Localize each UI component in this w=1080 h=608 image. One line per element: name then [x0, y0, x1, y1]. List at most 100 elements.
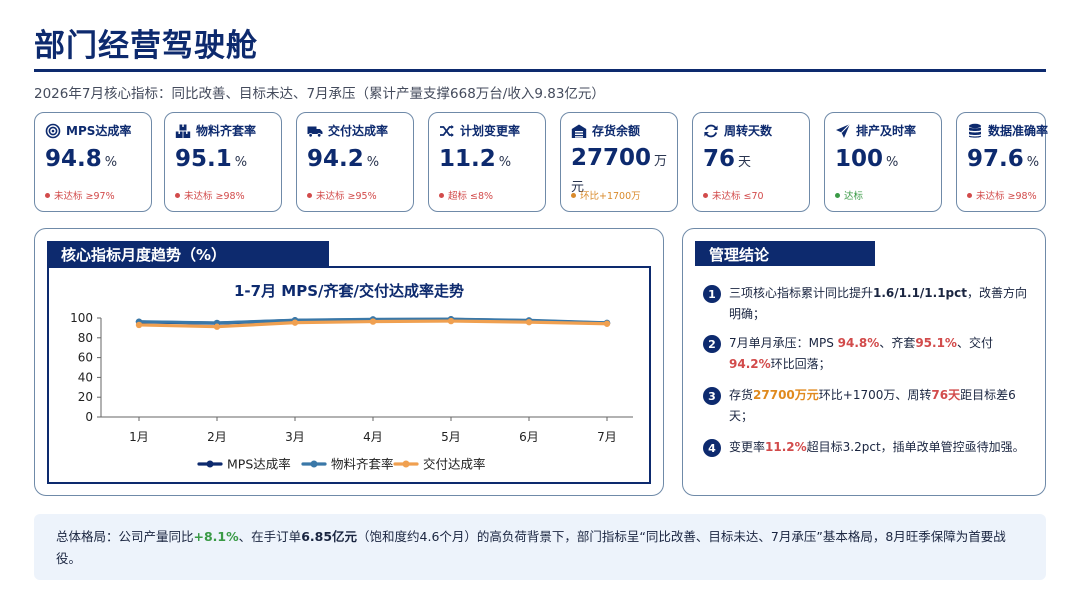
x-tick-label: 6月: [519, 430, 539, 444]
shuffle-icon: [440, 124, 454, 137]
data-point: [213, 323, 221, 330]
legend-swatch-dot: [402, 460, 410, 468]
kpi-label: 存货余额: [592, 124, 641, 138]
conclusion-text: 变更率11.2%超目标3.2pct，插单改单管控亟待加强。: [729, 440, 1025, 454]
kpi-card-inventory[interactable]: 存货余额 27700 万元 环比+1700万: [560, 112, 678, 212]
kpi-card-turnover-days[interactable]: 周转天数 76 天 未达标 ≤70: [692, 112, 810, 212]
kpi-unit: %: [498, 155, 512, 170]
kpi-value: 97.6: [967, 146, 1024, 172]
kpi-status: 超标 ≤8%: [439, 188, 493, 202]
kpi-status: 未达标 ≥97%: [45, 188, 115, 202]
kpi-value: 76: [703, 146, 736, 172]
kpi-unit: %: [1026, 155, 1040, 170]
kpi-unit: %: [104, 155, 118, 170]
kpi-value: 95.1: [175, 146, 232, 172]
summary-orders-value: 6.85亿元: [301, 529, 358, 544]
data-point: [291, 319, 299, 326]
x-tick-label: 2月: [207, 430, 227, 444]
y-tick-label: 80: [78, 331, 93, 345]
trend-panel: 核心指标月度趋势（%） 1-7月 MPS/齐套/交付达成率走势 0 20 40 60 80…: [34, 228, 664, 496]
x-tick-label: 1月: [129, 430, 149, 444]
kpi-card-mps[interactable]: MPS达成率 94.8% 未达标 ≥97%: [34, 112, 152, 212]
target-icon: [45, 123, 61, 138]
kpi-label: 计划变更率: [460, 124, 521, 138]
x-tick-label: 4月: [363, 430, 383, 444]
legend-label: 交付达成率: [423, 457, 486, 472]
conclusion-text: 存货27700万元环比+1700万、周转76天距目标差6天；: [729, 388, 1016, 423]
legend-label: 物料齐套率: [331, 457, 394, 472]
conclusion-panel-tag: 管理结论: [695, 241, 875, 266]
summary-text: 、在手订单: [238, 529, 302, 544]
kpi-status: 未达标 ≥98%: [175, 188, 245, 202]
legend-swatch-dot: [310, 460, 318, 468]
trend-panel-tag: 核心指标月度趋势（%）: [47, 241, 329, 266]
chart-title: 1-7月 MPS/齐套/交付达成率走势: [234, 282, 464, 300]
kpi-value: 11.2: [439, 146, 496, 172]
kpi-status: 环比+1700万: [571, 188, 641, 202]
item-number-badge: 1: [703, 285, 721, 303]
conclusion-panel: 管理结论 1 三项核心指标累计同比提升1.6/1.1/1.1pct，改善方向明确…: [682, 228, 1046, 496]
kpi-status: 未达标 ≥95%: [307, 188, 377, 202]
kpi-unit: %: [234, 155, 248, 170]
y-tick-label: 0: [85, 410, 93, 424]
kpi-value: 100: [835, 146, 884, 172]
data-point: [603, 320, 611, 327]
kpi-label: 周转天数: [724, 124, 773, 138]
refresh-icon: [704, 124, 718, 137]
trend-chart-frame: 1-7月 MPS/齐套/交付达成率走势 0 20 40 60 80 100 1月 2月 3月 4月 5…: [47, 266, 651, 484]
y-tick-label: 40: [78, 370, 93, 384]
kpi-label: 交付达成率: [328, 124, 389, 138]
kpi-label: 数据准确率: [988, 124, 1049, 138]
data-point: [525, 318, 533, 326]
kpi-value: 27700: [571, 145, 652, 171]
x-tick-label: 3月: [285, 430, 305, 444]
conclusion-item: 2 7月单月承压：MPS 94.8%、齐套95.1%、交付94.2%环比回落；: [703, 333, 1033, 375]
legend-label: MPS达成率: [227, 457, 291, 472]
kpi-status: 达标: [835, 188, 863, 202]
kpi-card-plan-change[interactable]: 计划变更率 11.2% 超标 ≤8%: [428, 112, 546, 212]
x-tick-label: 5月: [441, 430, 461, 444]
database-icon: [969, 123, 981, 138]
kpi-label: 物料齐套率: [196, 124, 257, 138]
kpi-card-material-kit[interactable]: 物料齐套率 95.1% 未达标 ≥98%: [164, 112, 282, 212]
data-point: [369, 318, 377, 325]
y-tick-label: 60: [78, 351, 93, 365]
item-number-badge: 4: [703, 439, 721, 457]
conclusion-item: 4 变更率11.2%超目标3.2pct，插单改单管控亟待加强。: [703, 437, 1033, 458]
legend-swatch-dot: [206, 460, 214, 468]
kpi-card-schedule-timely[interactable]: 排产及时率 100% 达标: [824, 112, 942, 212]
kpi-card-delivery[interactable]: 交付达成率 94.2% 未达标 ≥95%: [296, 112, 414, 212]
kpi-label: MPS达成率: [66, 124, 132, 138]
warehouse-icon: [571, 124, 587, 138]
conclusion-item: 1 三项核心指标累计同比提升1.6/1.1/1.1pct，改善方向明确；: [703, 283, 1033, 325]
summary-output-growth: +8.1%: [193, 529, 239, 544]
y-tick-label: 100: [70, 311, 93, 325]
x-tick-label: 7月: [597, 430, 617, 444]
send-icon: [836, 123, 851, 138]
kpi-value: 94.2: [307, 146, 364, 172]
page-title: 部门经营驾驶舱: [34, 28, 258, 64]
kpi-status: 未达标 ≤70: [703, 188, 764, 202]
kpi-label: 排产及时率: [856, 124, 917, 138]
conclusion-item: 3 存货27700万元环比+1700万、周转76天距目标差6天；: [703, 385, 1033, 427]
truck-icon: [307, 126, 323, 137]
kpi-unit: 天: [738, 155, 752, 170]
trend-line-chart: 1-7月 MPS/齐套/交付达成率走势 0 20 40 60 80 100 1月 2月 3月 4月 5…: [70, 282, 633, 472]
conclusion-text: 三项核心指标累计同比提升1.6/1.1/1.1pct，改善方向明确；: [729, 286, 1028, 321]
title-divider: [34, 69, 1046, 72]
data-point: [447, 317, 455, 325]
kpi-unit: %: [366, 155, 380, 170]
data-point: [135, 321, 143, 329]
boxes-icon: [175, 124, 191, 138]
summary-box: 总体格局：公司产量同比+8.1%、在手订单6.85亿元（饱和度约4.6个月）的高…: [34, 514, 1046, 580]
kpi-unit: %: [886, 155, 899, 170]
kpi-row: MPS达成率 94.8% 未达标 ≥97% 物料齐套率 95.1% 未达标 ≥9…: [34, 112, 1049, 212]
item-number-badge: 3: [703, 387, 721, 405]
summary-text: 总体格局：公司产量同比: [56, 529, 194, 544]
item-number-badge: 2: [703, 335, 721, 353]
y-tick-label: 20: [78, 390, 93, 404]
conclusion-text: 7月单月承压：MPS 94.8%、齐套95.1%、交付94.2%环比回落；: [729, 336, 993, 371]
kpi-value: 94.8: [45, 146, 102, 172]
page-subtitle: 2026年7月核心指标：同比改善、目标未达、7月承压（累计产量支撑668万台/收…: [34, 86, 605, 102]
kpi-card-data-accuracy[interactable]: 数据准确率 97.6% 未达标 ≥98%: [956, 112, 1049, 212]
